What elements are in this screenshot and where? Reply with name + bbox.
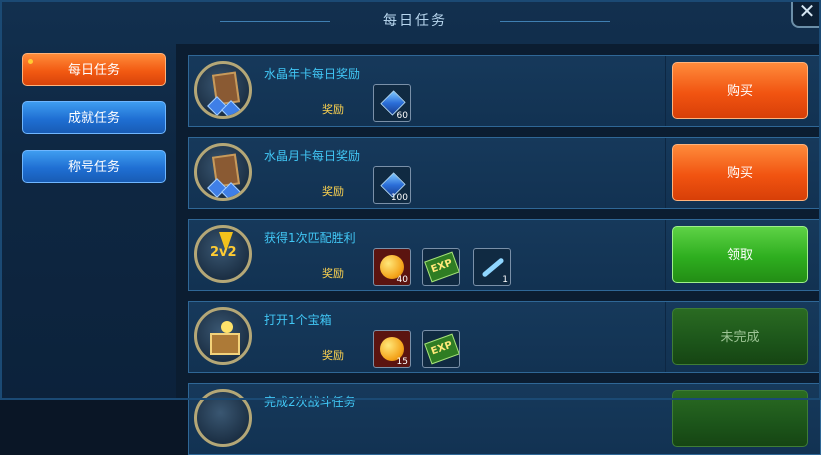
task-row: 完成2次战斗任务 [188,383,821,455]
task-row: 2v2 获得1次匹配胜利 奖励 40 EXP 1 领取 [188,219,821,291]
reward-label: 奖励 [322,185,344,198]
key-icon [481,257,505,278]
action-label: 领取 [726,248,753,263]
reward-item: EXP [422,248,460,286]
title-divider-left [220,21,330,22]
action-label: 购买 [726,84,753,99]
tab-achievement-tasks[interactable]: 成就任务 [22,101,166,134]
daily-task-panel: 每日任务 ✕ 每日任务 成就任务 称号任务 水晶年卡每日奖励 奖励 60 购买 [0,0,821,455]
action-label: 购买 [726,166,753,181]
claim-button[interactable]: 领取 [672,226,808,283]
pvp-match-icon: 2v2 [194,225,252,283]
reward-item: 15 [373,330,411,368]
task-icon [194,389,252,447]
reward-label: 奖励 [322,103,344,116]
reward-item: 60 [373,84,411,122]
task-name: 水晶月卡每日奖励 [264,149,361,163]
reward-count: 100 [390,193,408,203]
task-name: 完成2次战斗任务 [264,395,356,409]
reward-count: 1 [502,275,508,285]
reward-item: 40 [373,248,411,286]
incomplete-button[interactable]: 未完成 [672,308,808,365]
reward-item: EXP [422,330,460,368]
task-action-button[interactable] [672,390,808,447]
exp-icon: EXP [424,251,459,283]
task-name: 获得1次匹配胜利 [264,231,356,245]
reward-item: 100 [373,166,411,204]
reward-count: 60 [396,111,408,121]
exp-icon: EXP [424,333,459,365]
tab-label: 每日任务 [67,63,120,78]
reward-count: 40 [396,275,408,285]
treasure-chest-icon [194,307,252,365]
task-name: 打开1个宝箱 [264,313,332,327]
title-divider-right [500,21,610,22]
tab-label: 称号任务 [67,160,120,175]
reward-label: 奖励 [322,349,344,362]
crystal-card-icon [194,143,252,201]
tab-label: 成就任务 [67,111,120,126]
reward-item: 1 [473,248,511,286]
task-name: 水晶年卡每日奖励 [264,67,361,81]
task-list[interactable]: 水晶年卡每日奖励 奖励 60 购买 水晶月卡每日奖励 奖励 100 购买 2v2… [176,44,821,455]
panel-title: 每日任务 [383,13,447,29]
title-bar: 每日任务 [220,6,610,32]
reward-count: 15 [396,357,408,367]
action-label: 未完成 [720,330,760,345]
tab-title-tasks[interactable]: 称号任务 [22,150,166,183]
buy-button[interactable]: 购买 [672,144,808,201]
task-row: 打开1个宝箱 奖励 15 EXP 未完成 [188,301,821,373]
task-row: 水晶月卡每日奖励 奖励 100 购买 [188,137,821,209]
reward-label: 奖励 [322,267,344,280]
close-button[interactable]: ✕ [791,0,821,28]
notification-dot-icon [28,59,33,64]
tab-daily-tasks[interactable]: 每日任务 [22,53,166,86]
task-row: 水晶年卡每日奖励 奖励 60 购买 [188,55,821,127]
close-icon: ✕ [798,0,816,23]
crystal-card-icon [194,61,252,119]
buy-button[interactable]: 购买 [672,62,808,119]
